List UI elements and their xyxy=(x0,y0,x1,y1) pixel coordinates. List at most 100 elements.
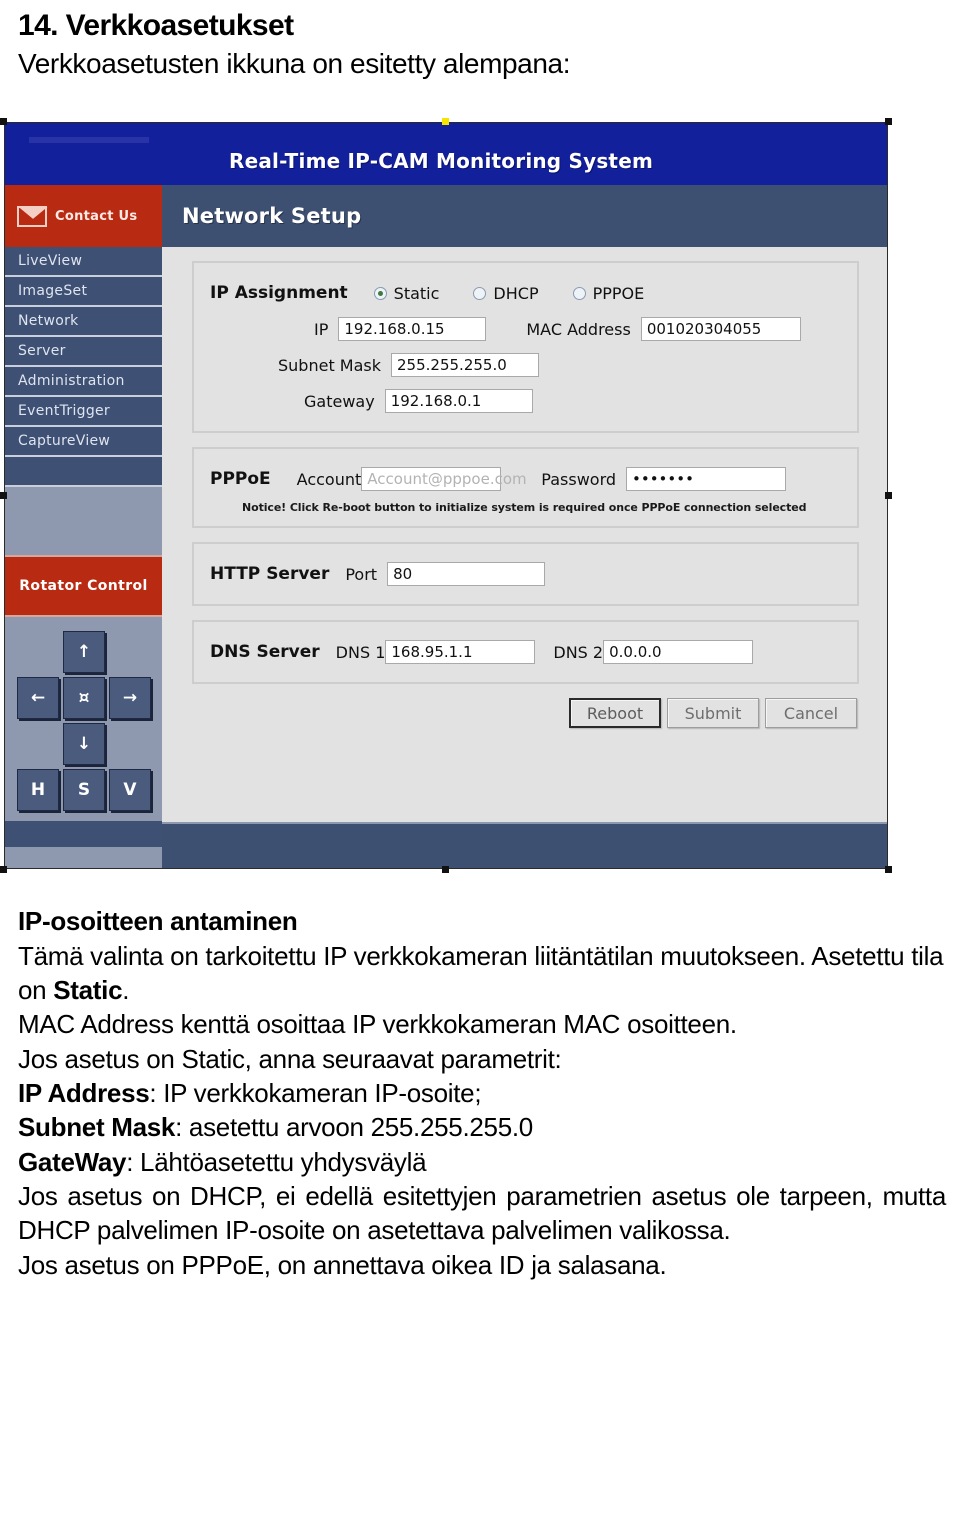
radio-dhcp-label: DHCP xyxy=(493,283,539,303)
http-port-input[interactable]: 80 xyxy=(387,562,546,586)
sidebar-item-captureview[interactable]: CaptureView xyxy=(5,427,162,457)
dns-server-row: DNS Server DNS 1 168.95.1.1 DNS 2 0.0.0.… xyxy=(194,634,857,670)
sidebar-item-label: Server xyxy=(18,343,66,359)
selection-handle[interactable] xyxy=(885,118,892,125)
sidebar-nav: LiveView ImageSet Network Server Adminis… xyxy=(5,247,162,487)
body-paragraph-2: MAC Address kenttä osoittaa IP verkkokam… xyxy=(18,1009,737,1040)
sidebar-item-eventtrigger[interactable]: EventTrigger xyxy=(5,397,162,427)
cancel-button[interactable]: Cancel xyxy=(765,698,857,728)
ip-input[interactable]: 192.168.0.15 xyxy=(338,317,487,341)
pppoe-password-label: Password xyxy=(541,469,617,489)
selection-handle[interactable] xyxy=(0,866,7,873)
subnet-mask-row: Subnet Mask 255.255.255.0 xyxy=(194,347,857,383)
vertical-scan-button[interactable]: V xyxy=(109,769,151,811)
pan-right-button[interactable]: → xyxy=(109,677,151,719)
pppoe-panel: PPPoE Account Account@pppoe.com Password… xyxy=(192,447,859,528)
sidebar-item-administration[interactable]: Administration xyxy=(5,367,162,397)
radio-dhcp[interactable]: DHCP xyxy=(473,283,539,303)
horizontal-scan-button[interactable]: H xyxy=(17,769,59,811)
sidebar: Contact Us LiveView ImageSet Network Ser… xyxy=(5,185,162,868)
pad-spacer xyxy=(17,631,59,673)
gateway-label: Gateway xyxy=(304,391,375,411)
body-line-subnet-mask: Subnet Mask: asetettu arvoon 255.255.255… xyxy=(18,1110,946,1144)
radio-pppoe[interactable]: PPPOE xyxy=(572,284,644,303)
para1-part-a: Tämä valinta on tarkoitettu IP verkkokam… xyxy=(18,940,944,1006)
sidebar-item-server[interactable]: Server xyxy=(5,337,162,367)
ip-assignment-row: IP Assignment Static DHCP PPPOE xyxy=(194,275,857,311)
ip-assignment-label: IP Assignment xyxy=(210,283,348,303)
selection-handle[interactable] xyxy=(885,492,892,499)
mac-address-input[interactable]: 001020304055 xyxy=(640,317,801,341)
sidebar-item-label: Network xyxy=(18,313,79,329)
pppoe-account-label: Account xyxy=(296,469,362,489)
home-position-button[interactable]: ¤ xyxy=(63,677,105,719)
sidebar-item-label: LiveView xyxy=(18,253,83,269)
mac-address-label: MAC Address xyxy=(526,319,631,339)
sidebar-footer xyxy=(5,821,162,847)
section-title: Network Setup xyxy=(162,185,887,247)
body-line-ip-address: IP Address: IP verkkokameran IP-osoite; xyxy=(18,1076,946,1110)
selection-handle[interactable] xyxy=(885,866,892,873)
dns1-input[interactable]: 168.95.1.1 xyxy=(385,640,536,664)
subnet-mask-input[interactable]: 255.255.255.0 xyxy=(391,353,540,377)
submit-button[interactable]: Submit xyxy=(667,698,759,728)
body-text: IP-osoitteen antaminen Tämä valinta on t… xyxy=(0,905,960,1282)
pppoe-password-input[interactable]: ••••••• xyxy=(626,467,787,491)
rotator-control-pad: ↑ ← ¤ → ↓ H S V xyxy=(5,617,162,847)
pppoe-label: PPPoE xyxy=(210,469,271,489)
body-paragraph-1: Tämä valinta on tarkoitettu IP verkkokam… xyxy=(18,939,946,1008)
http-server-row: HTTP Server Port 80 xyxy=(194,556,857,592)
dns1-label: DNS 1 xyxy=(335,642,386,662)
gateway-term: GateWay xyxy=(18,1146,127,1177)
sidebar-item-label: Administration xyxy=(18,373,125,389)
body-section-title: IP-osoitteen antaminen xyxy=(18,906,298,936)
page-subtitle: Verkkoasetusten ikkuna on esitetty alemp… xyxy=(18,48,571,80)
selection-handle[interactable] xyxy=(0,118,7,125)
pppoe-notice: Notice! Click Re-boot button to initiali… xyxy=(242,501,807,514)
reboot-button[interactable]: Reboot xyxy=(569,698,661,728)
ip-address-term: IP Address xyxy=(18,1078,150,1109)
selection-handle[interactable] xyxy=(442,118,449,125)
selection-handle[interactable] xyxy=(0,492,7,499)
scan-button[interactable]: S xyxy=(63,769,105,811)
gateway-input[interactable]: 192.168.0.1 xyxy=(384,389,533,413)
subnet-mask-desc: : asetettu arvoon 255.255.255.0 xyxy=(175,1112,533,1143)
app-banner: Real-Time IP-CAM Monitoring System xyxy=(5,123,887,185)
pad-spacer xyxy=(17,723,59,765)
ip-address-desc: : IP verkkokameran IP-osoite; xyxy=(149,1078,482,1109)
embedded-screenshot-figure: Real-Time IP-CAM Monitoring System Conta… xyxy=(0,118,892,873)
radio-static[interactable]: Static xyxy=(373,284,439,303)
body-paragraph-4: Jos asetus on DHCP, ei edellä esitettyje… xyxy=(18,1180,946,1246)
sidebar-item-liveview[interactable]: LiveView xyxy=(5,247,162,277)
para1-bold: Static xyxy=(53,975,123,1006)
body-paragraph-3: Jos asetus on Static, anna seuraavat par… xyxy=(18,1043,562,1074)
sidebar-item-empty[interactable] xyxy=(5,457,162,487)
dns2-label: DNS 2 xyxy=(553,642,604,662)
rotator-control-header: Rotator Control xyxy=(5,555,162,617)
subnet-mask-term: Subnet Mask xyxy=(18,1112,176,1143)
sidebar-item-label: CaptureView xyxy=(18,433,111,449)
banner-decoration xyxy=(29,137,149,143)
ip-assignment-radio-group: Static DHCP PPPOE xyxy=(373,283,644,303)
http-server-label: HTTP Server xyxy=(210,564,330,584)
sidebar-item-imageset[interactable]: ImageSet xyxy=(5,277,162,307)
para1-part-b: . xyxy=(122,975,130,1006)
pad-spacer xyxy=(109,723,151,765)
pppoe-account-input[interactable]: Account@pppoe.com xyxy=(361,467,527,491)
http-port-label: Port xyxy=(345,564,378,584)
http-server-panel: HTTP Server Port 80 xyxy=(192,542,859,606)
ip-address-row: IP 192.168.0.15 MAC Address 001020304055 xyxy=(194,311,857,347)
sidebar-item-network[interactable]: Network xyxy=(5,307,162,337)
dns-server-label: DNS Server xyxy=(210,642,320,662)
tilt-down-button[interactable]: ↓ xyxy=(63,723,105,765)
selection-handle[interactable] xyxy=(442,866,449,873)
pad-spacer xyxy=(109,631,151,673)
tilt-up-button[interactable]: ↑ xyxy=(63,631,105,673)
radio-dot-icon xyxy=(473,286,487,300)
contact-us-button[interactable]: Contact Us xyxy=(5,185,162,247)
pan-left-button[interactable]: ← xyxy=(17,677,59,719)
body-paragraph-5: Jos asetus on PPPoE, on annettava oikea … xyxy=(18,1249,667,1280)
gateway-desc: : Lähtöasetettu yhdysväylä xyxy=(126,1146,427,1177)
dns2-input[interactable]: 0.0.0.0 xyxy=(603,640,754,664)
radio-dot-icon xyxy=(373,286,387,300)
